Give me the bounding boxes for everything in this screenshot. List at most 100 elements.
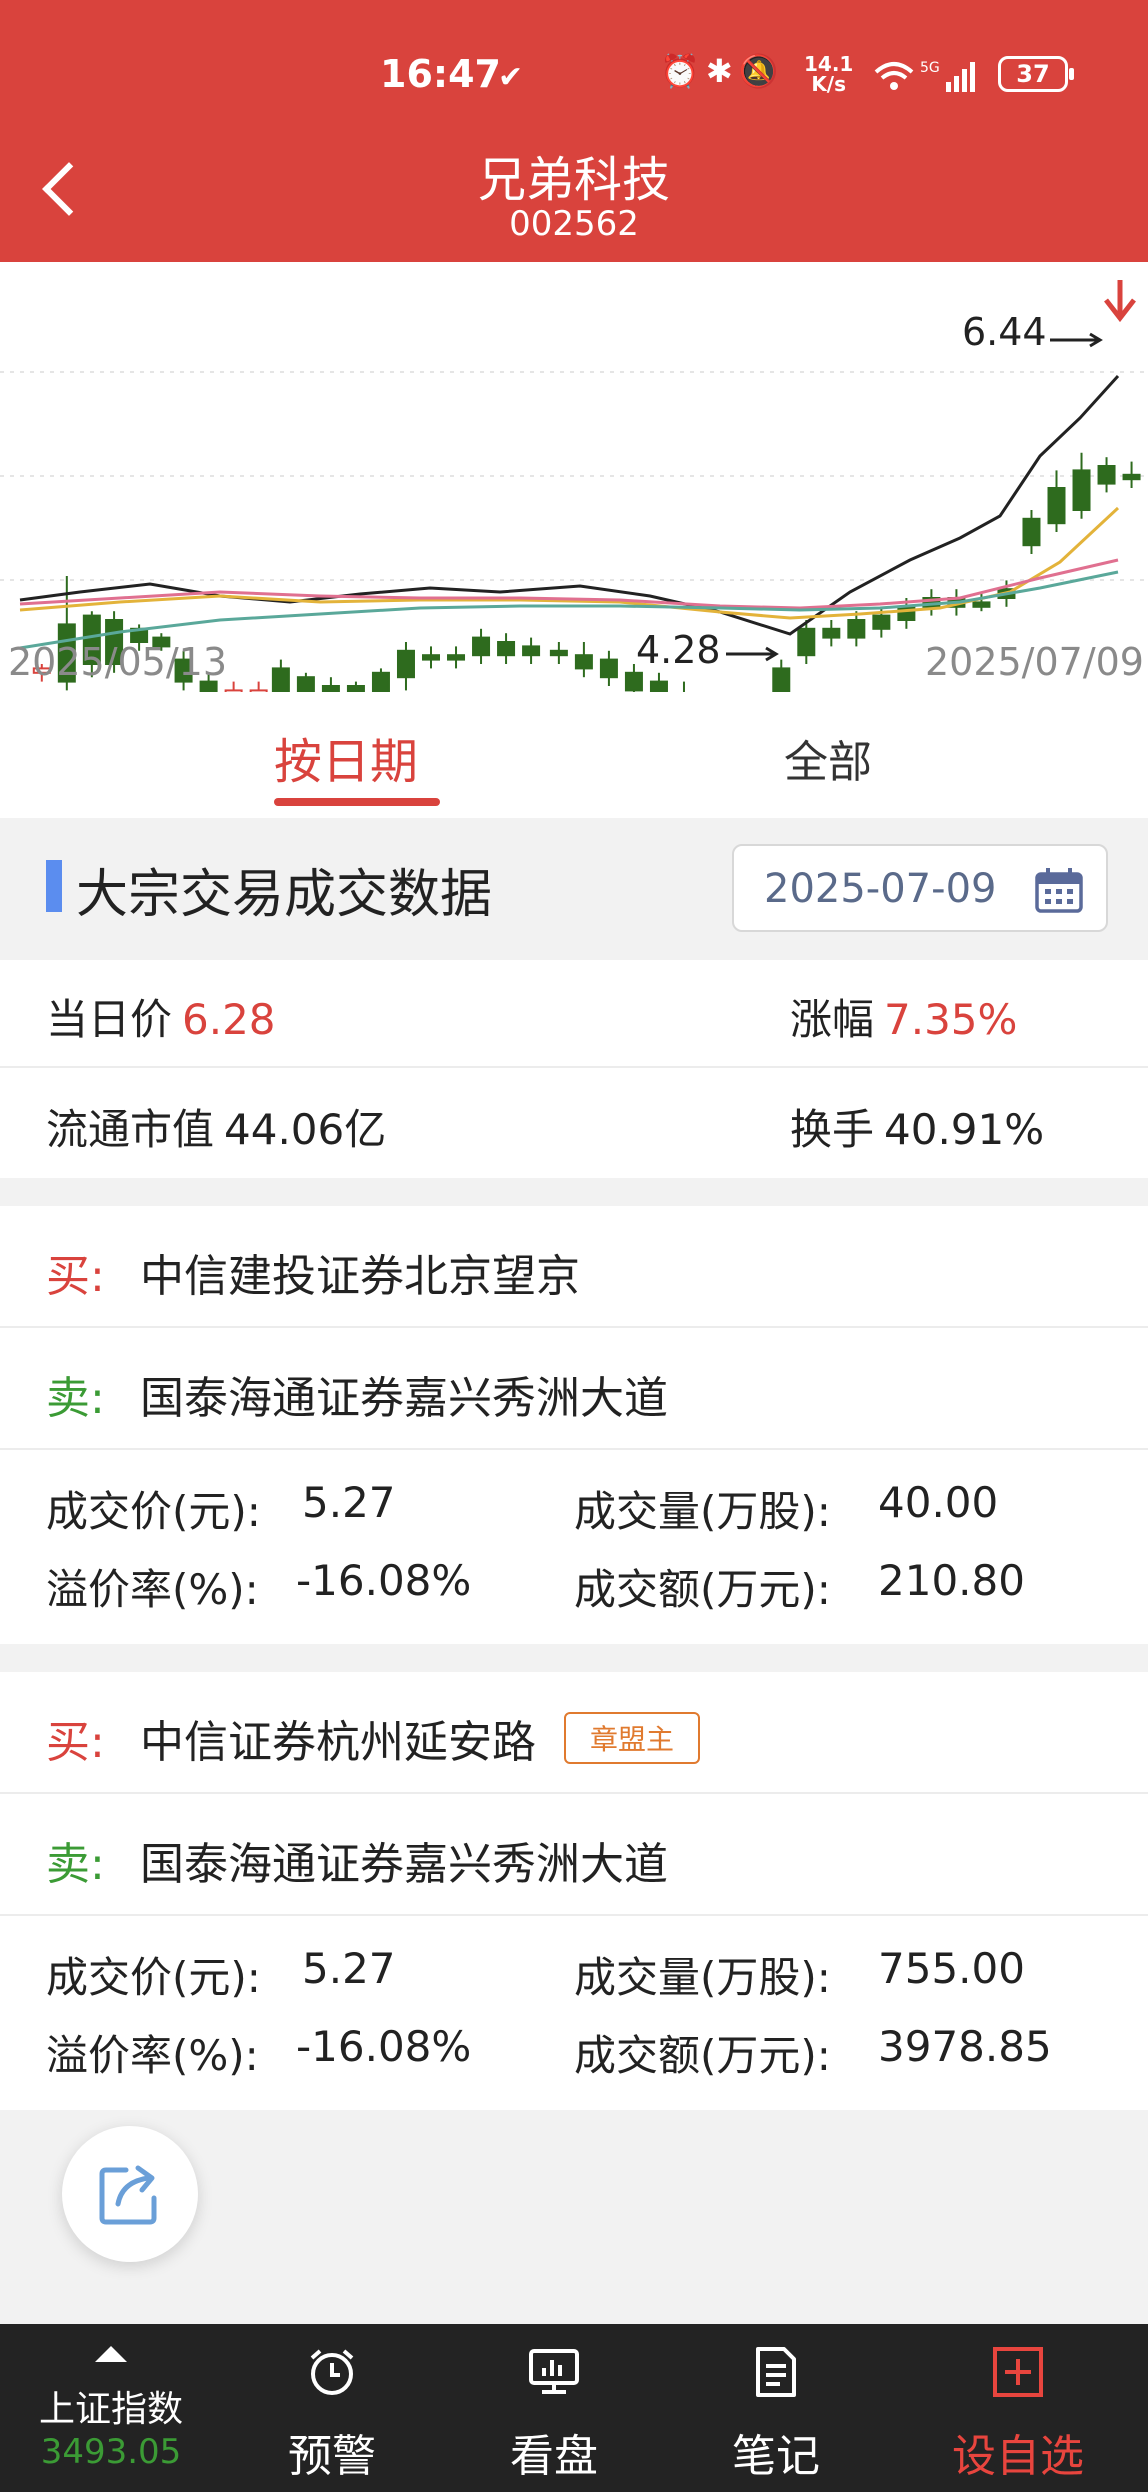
trade-seller-row: 卖: 国泰海通证券嘉兴秀洲大道 [0,1328,1148,1448]
candle-body [797,627,816,657]
candle-body [472,636,491,657]
trade-amount-label: 成交额(万元): [574,2031,831,2080]
candle-body [1022,517,1041,547]
stock-code: 002562 [509,204,639,244]
bottom-nav: 上证指数 3493.05 预警 看盘 笔记 设自选 [0,2324,1148,2492]
day-price-value: 6.28 [182,995,276,1044]
trade-card: 买: 中信证券杭州延安路 章盟主 卖: 国泰海通证券嘉兴秀洲大道 成交价(元):… [0,1672,1148,2110]
battery-indicator: 37 [998,56,1074,92]
nav-market[interactable]: 看盘 [444,2324,664,2492]
candle-body [872,614,891,630]
candle-body [599,658,618,679]
seller-name[interactable]: 国泰海通证券嘉兴秀洲大道 [140,1362,668,1426]
status-icons: ⏰✱🔕 [660,52,785,90]
candle-body [497,641,516,657]
turnover-label: 换手 [790,1105,875,1154]
candle-body [1122,473,1141,481]
nav-add-watchlist[interactable]: 设自选 [908,2324,1128,2492]
candle-body [1072,469,1091,511]
tab-active-indicator [274,798,440,806]
signal-icons: 5G [872,54,982,102]
turnover-value: 40.91% [884,1105,1045,1154]
tab-by-date[interactable]: 按日期 [274,722,418,792]
trade-card: 买: 中信建投证券北京望京 卖: 国泰海通证券嘉兴秀洲大道 成交价(元): 5.… [0,1206,1148,1644]
status-notification-icon: ✔ [498,60,524,95]
arrow-right-icon [726,646,779,662]
ma-line-teal [19,570,1119,650]
buy-prefix: 买: [46,1251,105,1302]
alarm-clock-icon [310,2349,354,2395]
chart-end-date: 2025/07/09 [924,640,1144,684]
arrow-right-icon [1050,332,1103,348]
index-name: 上证指数 [38,2389,183,2430]
candle-body [574,654,593,670]
plus-square-icon [993,2347,1043,2397]
trade-amount-value: 3978.85 [878,2022,1052,2071]
trade-volume-value: 755.00 [878,1944,1025,1993]
trade-volume-label: 成交量(万股): [574,1487,831,1536]
candle-body [972,601,991,608]
trade-volume-value: 40.00 [878,1478,999,1527]
network-speed: 14.1 K/s [804,54,853,94]
chart-start-date: 2025/05/13 [8,640,228,684]
section-title: 大宗交易成交数据 [76,865,493,925]
network-speed-value: 14.1 [804,52,854,76]
candle-body [271,667,290,692]
share-icon [99,2165,157,2225]
seller-name[interactable]: 国泰海通证券嘉兴秀洲大道 [140,1828,668,1892]
candle-body [371,671,390,692]
candle-body [296,676,315,692]
candle-body [649,680,668,692]
trade-premium-value: -16.08% [296,2022,472,2071]
candle-body [822,627,841,639]
candle-body [847,619,866,639]
float-cap-label: 流通市值 [46,1105,215,1154]
buyer-name[interactable]: 中信证券杭州延安路 [140,1706,536,1770]
tab-bar: 按日期 全部 [0,692,1148,818]
trade-seller-row: 卖: 国泰海通证券嘉兴秀洲大道 [0,1794,1148,1914]
date-picker[interactable]: 2025-07-09 [732,844,1108,932]
trade-premium-label: 溢价率(%): [46,2031,259,2080]
buyer-name[interactable]: 中信建投证券北京望京 [140,1240,580,1304]
candle-body [422,654,440,661]
day-price-label: 当日价 [46,995,173,1044]
share-button[interactable] [62,2126,198,2262]
nav-add-watchlist-label: 设自选 [952,2431,1084,2482]
trade-price-value: 5.27 [302,1478,396,1527]
day-price: 当日价 6.28 [46,986,276,1047]
monitor-chart-icon [529,2349,579,2394]
trade-premium-value: -16.08% [296,1556,472,1605]
arrow-down-icon [1104,280,1136,323]
nav-notes[interactable]: 笔记 [666,2324,886,2492]
trade-amount-label: 成交额(万元): [574,1565,831,1614]
float-cap: 流通市值 44.06亿 [46,1096,386,1157]
turnover: 换手 40.91% [790,1096,1044,1157]
nav-alert[interactable]: 预警 [222,2324,442,2492]
candle-body [1047,487,1066,525]
status-time: 16:47 [380,52,501,96]
kline-chart[interactable]: 6.44 4.28 2025/05/13 2025/07/09 [0,262,1148,692]
candle-body [522,645,541,657]
trade-price-label: 成交价(元): [46,1487,261,1536]
sell-prefix: 卖: [46,1373,105,1424]
trade-price-label: 成交价(元): [46,1953,261,2002]
float-cap-value: 44.06亿 [224,1105,387,1154]
buyer-tag-badge[interactable]: 章盟主 [564,1712,701,1764]
section-accent-bar [46,860,62,912]
trade-volume-label: 成交量(万股): [574,1953,831,2002]
arrow-up-icon [95,2346,127,2362]
trade-buyer-row: 买: 中信建投证券北京望京 [0,1206,1148,1326]
tab-all[interactable]: 全部 [784,726,872,790]
svg-text:5G: 5G [920,60,940,76]
buy-prefix: 买: [46,1717,105,1768]
day-change-label: 涨幅 [790,995,875,1044]
candle-body [1097,465,1116,485]
day-change: 涨幅 7.35% [790,986,1017,1047]
index-ticker[interactable]: 上证指数 3493.05 [0,2324,222,2492]
sell-prefix: 卖: [46,1839,105,1890]
candle-body [772,667,791,692]
candle-body [549,649,568,657]
chart-high-label: 6.44 [962,310,1047,354]
index-value: 3493.05 [40,2432,182,2472]
day-change-value: 7.35% [884,995,1018,1044]
